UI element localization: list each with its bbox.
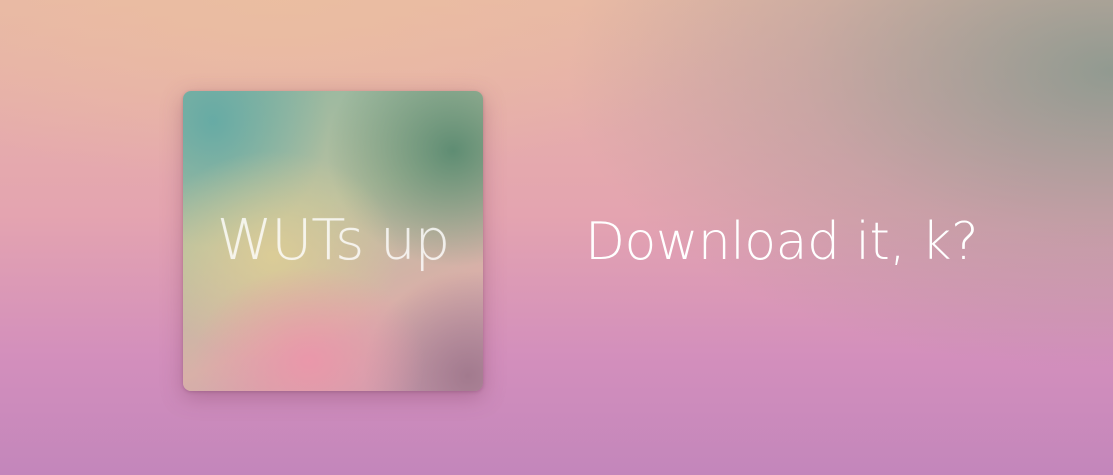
download-link[interactable]: Download it, k? [585,207,979,277]
album-cover-art: WUTs up [183,91,483,391]
album-title: WUTs up [216,208,450,273]
page-background: WUTs up Download it, k? [0,0,1113,475]
